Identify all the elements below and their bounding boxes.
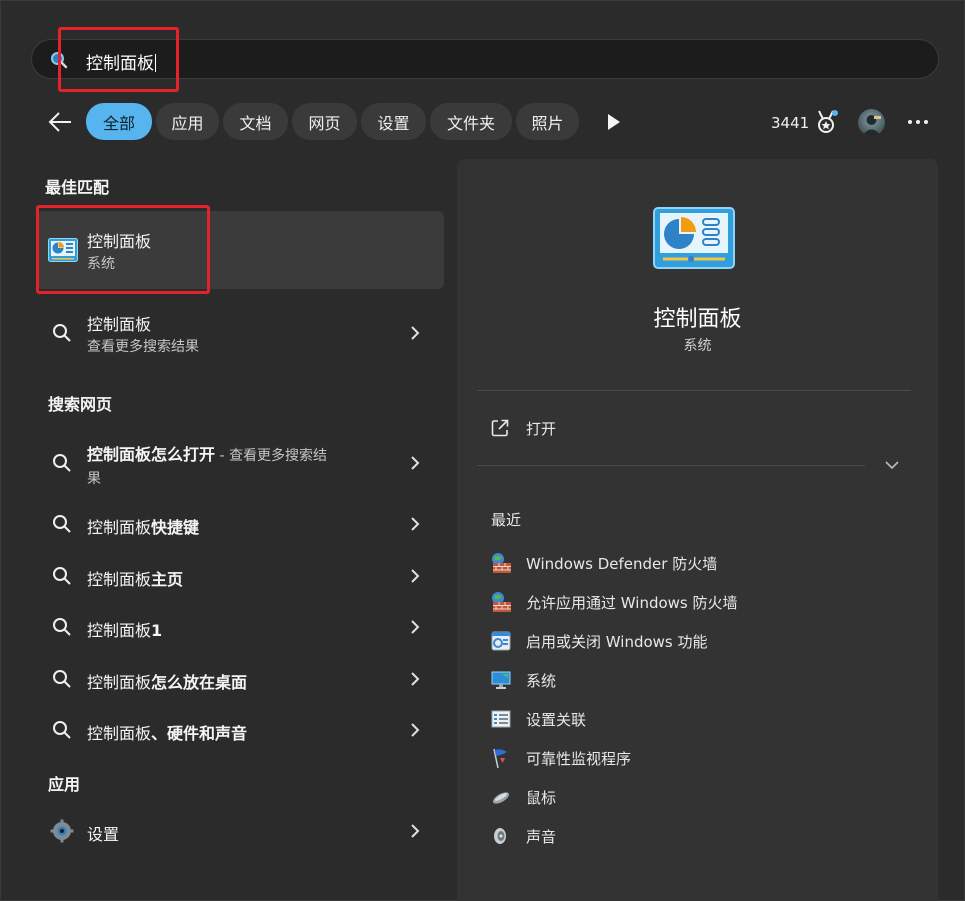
more-filters-play-icon[interactable] [601, 111, 625, 133]
control-panel-icon [653, 207, 735, 269]
highlight-box-search [58, 27, 179, 92]
filter-chip-apps[interactable]: 应用 [156, 103, 219, 140]
recent-item-label: 系统 [526, 672, 557, 690]
web-result-bold-text: 主页 [151, 570, 184, 589]
detail-subtitle: 系统 [683, 338, 712, 354]
flag-icon [493, 748, 507, 769]
rewards-medal-icon[interactable] [813, 108, 839, 136]
web-result-text: 控制面板 [87, 724, 152, 743]
mouse-icon [492, 792, 510, 804]
recent-item-sound[interactable]: 声音 [477, 818, 917, 854]
section-title-web: 搜索网页 [48, 395, 113, 414]
open-label: 打开 [526, 420, 557, 438]
app-result-settings[interactable]: 设置 [37, 806, 444, 856]
rewards-points: 3441 [771, 114, 810, 132]
web-result-bold-text: 快捷键 [151, 518, 200, 537]
search-icon [53, 618, 71, 636]
recent-item-label: 鼠标 [526, 789, 557, 807]
recent-item-set-associations[interactable]: 设置关联 [477, 701, 917, 737]
web-result-text: 控制面板 [87, 621, 152, 640]
filter-chip-web[interactable]: 网页 [292, 103, 357, 140]
chevron-right-icon [411, 456, 420, 470]
recent-item-label: 允许应用通过 Windows 防火墙 [526, 594, 738, 612]
recent-item-reliability-monitor[interactable]: 可靠性监视程序 [477, 740, 917, 776]
recent-item-allow-app-firewall[interactable]: 允许应用通过 Windows 防火墙 [477, 584, 917, 620]
search-icon [53, 670, 71, 688]
chevron-right-icon [411, 517, 420, 531]
windows-features-icon [491, 631, 511, 651]
web-result-bold-text: 1 [151, 621, 163, 640]
web-result-item[interactable]: 控制面板1 [37, 602, 444, 652]
search-icon [53, 454, 71, 472]
monitor-icon [491, 671, 511, 689]
search-icon [53, 515, 71, 533]
chevron-right-icon [411, 723, 420, 737]
filter-chip-settings[interactable]: 设置 [361, 103, 426, 140]
recent-item-label: 启用或关闭 Windows 功能 [526, 633, 708, 651]
web-result-bold-text: 、硬件和声音 [151, 724, 248, 743]
section-title-best-match: 最佳匹配 [45, 178, 110, 197]
search-icon [53, 721, 71, 739]
web-result-suffix: - 查看更多搜索结 [215, 448, 327, 464]
open-action[interactable]: 打开 [477, 409, 911, 449]
web-result-item[interactable]: 控制面板快捷键 [37, 499, 444, 549]
filter-chip-documents[interactable]: 文档 [223, 103, 288, 140]
web-result-text: 控制面板 [87, 570, 152, 589]
divider [477, 465, 865, 466]
recent-item-label: Windows Defender 防火墙 [526, 555, 718, 573]
web-result-bold-text: 怎么放在桌面 [151, 673, 248, 692]
detail-title: 控制面板 [653, 307, 742, 332]
web-result-item[interactable]: 控制面板怎么放在桌面 [37, 654, 444, 704]
back-arrow-icon[interactable] [45, 108, 75, 136]
chevron-right-icon [411, 824, 420, 838]
more-options-icon[interactable] [905, 112, 931, 132]
filter-chip-photos[interactable]: 照片 [516, 103, 579, 140]
result-title: 控制面板 [87, 315, 152, 334]
speaker-icon [494, 828, 506, 844]
more-results-item[interactable]: 控制面板 查看更多搜索结果 [37, 307, 444, 357]
list-icon [491, 710, 511, 728]
web-result-text: 控制面板 [87, 518, 152, 537]
recent-item-label: 设置关联 [526, 711, 587, 729]
search-panel: 控制面板 全部 应用 文档 网页 设置 文件夹 照片 3441 最佳匹配 控制面… [0, 0, 965, 901]
filter-chip-all[interactable]: 全部 [86, 103, 152, 140]
firewall-icon [492, 553, 511, 573]
app-result-label: 设置 [87, 825, 120, 844]
chevron-right-icon [411, 326, 420, 340]
recent-item-windows-features[interactable]: 启用或关闭 Windows 功能 [477, 623, 917, 659]
recent-item-system[interactable]: 系统 [477, 662, 917, 698]
divider [477, 390, 911, 391]
web-result-line2: 果 [87, 471, 101, 487]
firewall-icon [492, 592, 511, 612]
chevron-right-icon [411, 569, 420, 583]
web-result-bold-text: 控制面板怎么打开 [87, 445, 216, 464]
chevron-right-icon [411, 620, 420, 634]
chevron-down-icon[interactable] [884, 459, 900, 471]
search-icon [53, 324, 71, 342]
recent-item-mouse[interactable]: 鼠标 [477, 779, 917, 815]
user-avatar[interactable] [858, 109, 885, 136]
web-result-text: 控制面板 [87, 673, 152, 692]
web-result-item[interactable]: 控制面板怎么打开 - 查看更多搜索结 果 [37, 435, 444, 491]
recent-title: 最近 [491, 511, 522, 529]
filter-chip-folders[interactable]: 文件夹 [430, 103, 512, 140]
web-result-item[interactable]: 控制面板、硬件和声音 [37, 705, 444, 755]
recent-item-label: 声音 [526, 828, 557, 846]
recent-item-defender-firewall[interactable]: Windows Defender 防火墙 [477, 545, 917, 581]
highlight-box-best-match [36, 205, 210, 294]
web-result-item[interactable]: 控制面板主页 [37, 551, 444, 601]
section-title-apps: 应用 [48, 775, 81, 794]
result-subtitle: 查看更多搜索结果 [87, 339, 199, 355]
chevron-right-icon [411, 672, 420, 686]
search-icon [53, 567, 71, 585]
detail-panel: 控制面板 系统 打开 最近 Windows Defender 防火墙 允许应用通… [457, 159, 938, 901]
open-external-icon [491, 419, 509, 437]
recent-item-label: 可靠性监视程序 [526, 750, 632, 768]
settings-gear-icon [50, 819, 74, 843]
